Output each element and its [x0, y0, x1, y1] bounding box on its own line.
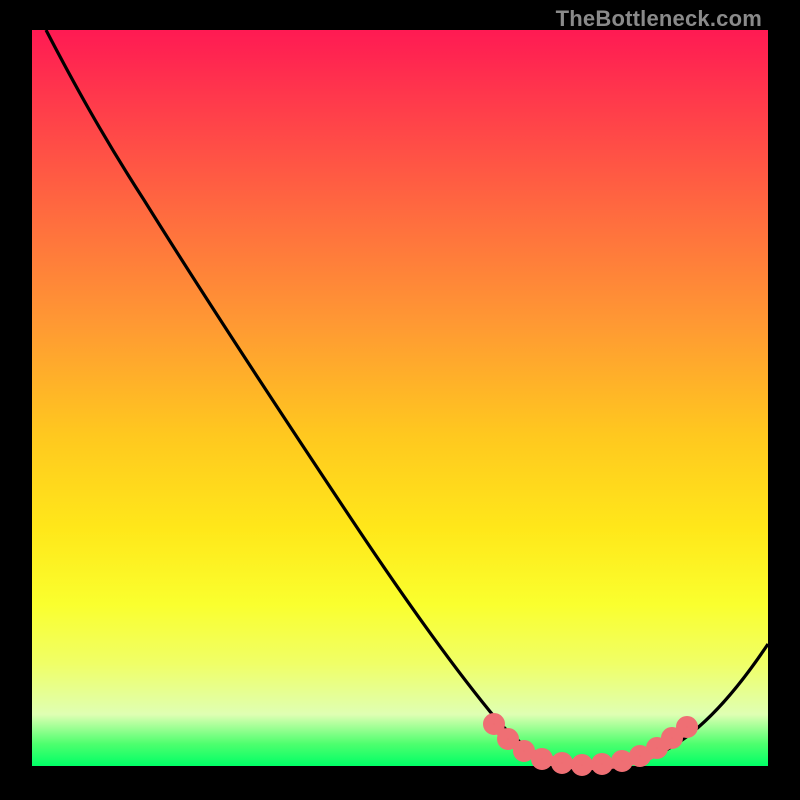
- series-curve: [46, 30, 768, 765]
- watermark-text: TheBottleneck.com: [556, 6, 762, 32]
- chart-frame: TheBottleneck.com: [0, 0, 800, 800]
- optimal-range-highlight: [488, 718, 693, 771]
- chart-svg: [32, 30, 768, 766]
